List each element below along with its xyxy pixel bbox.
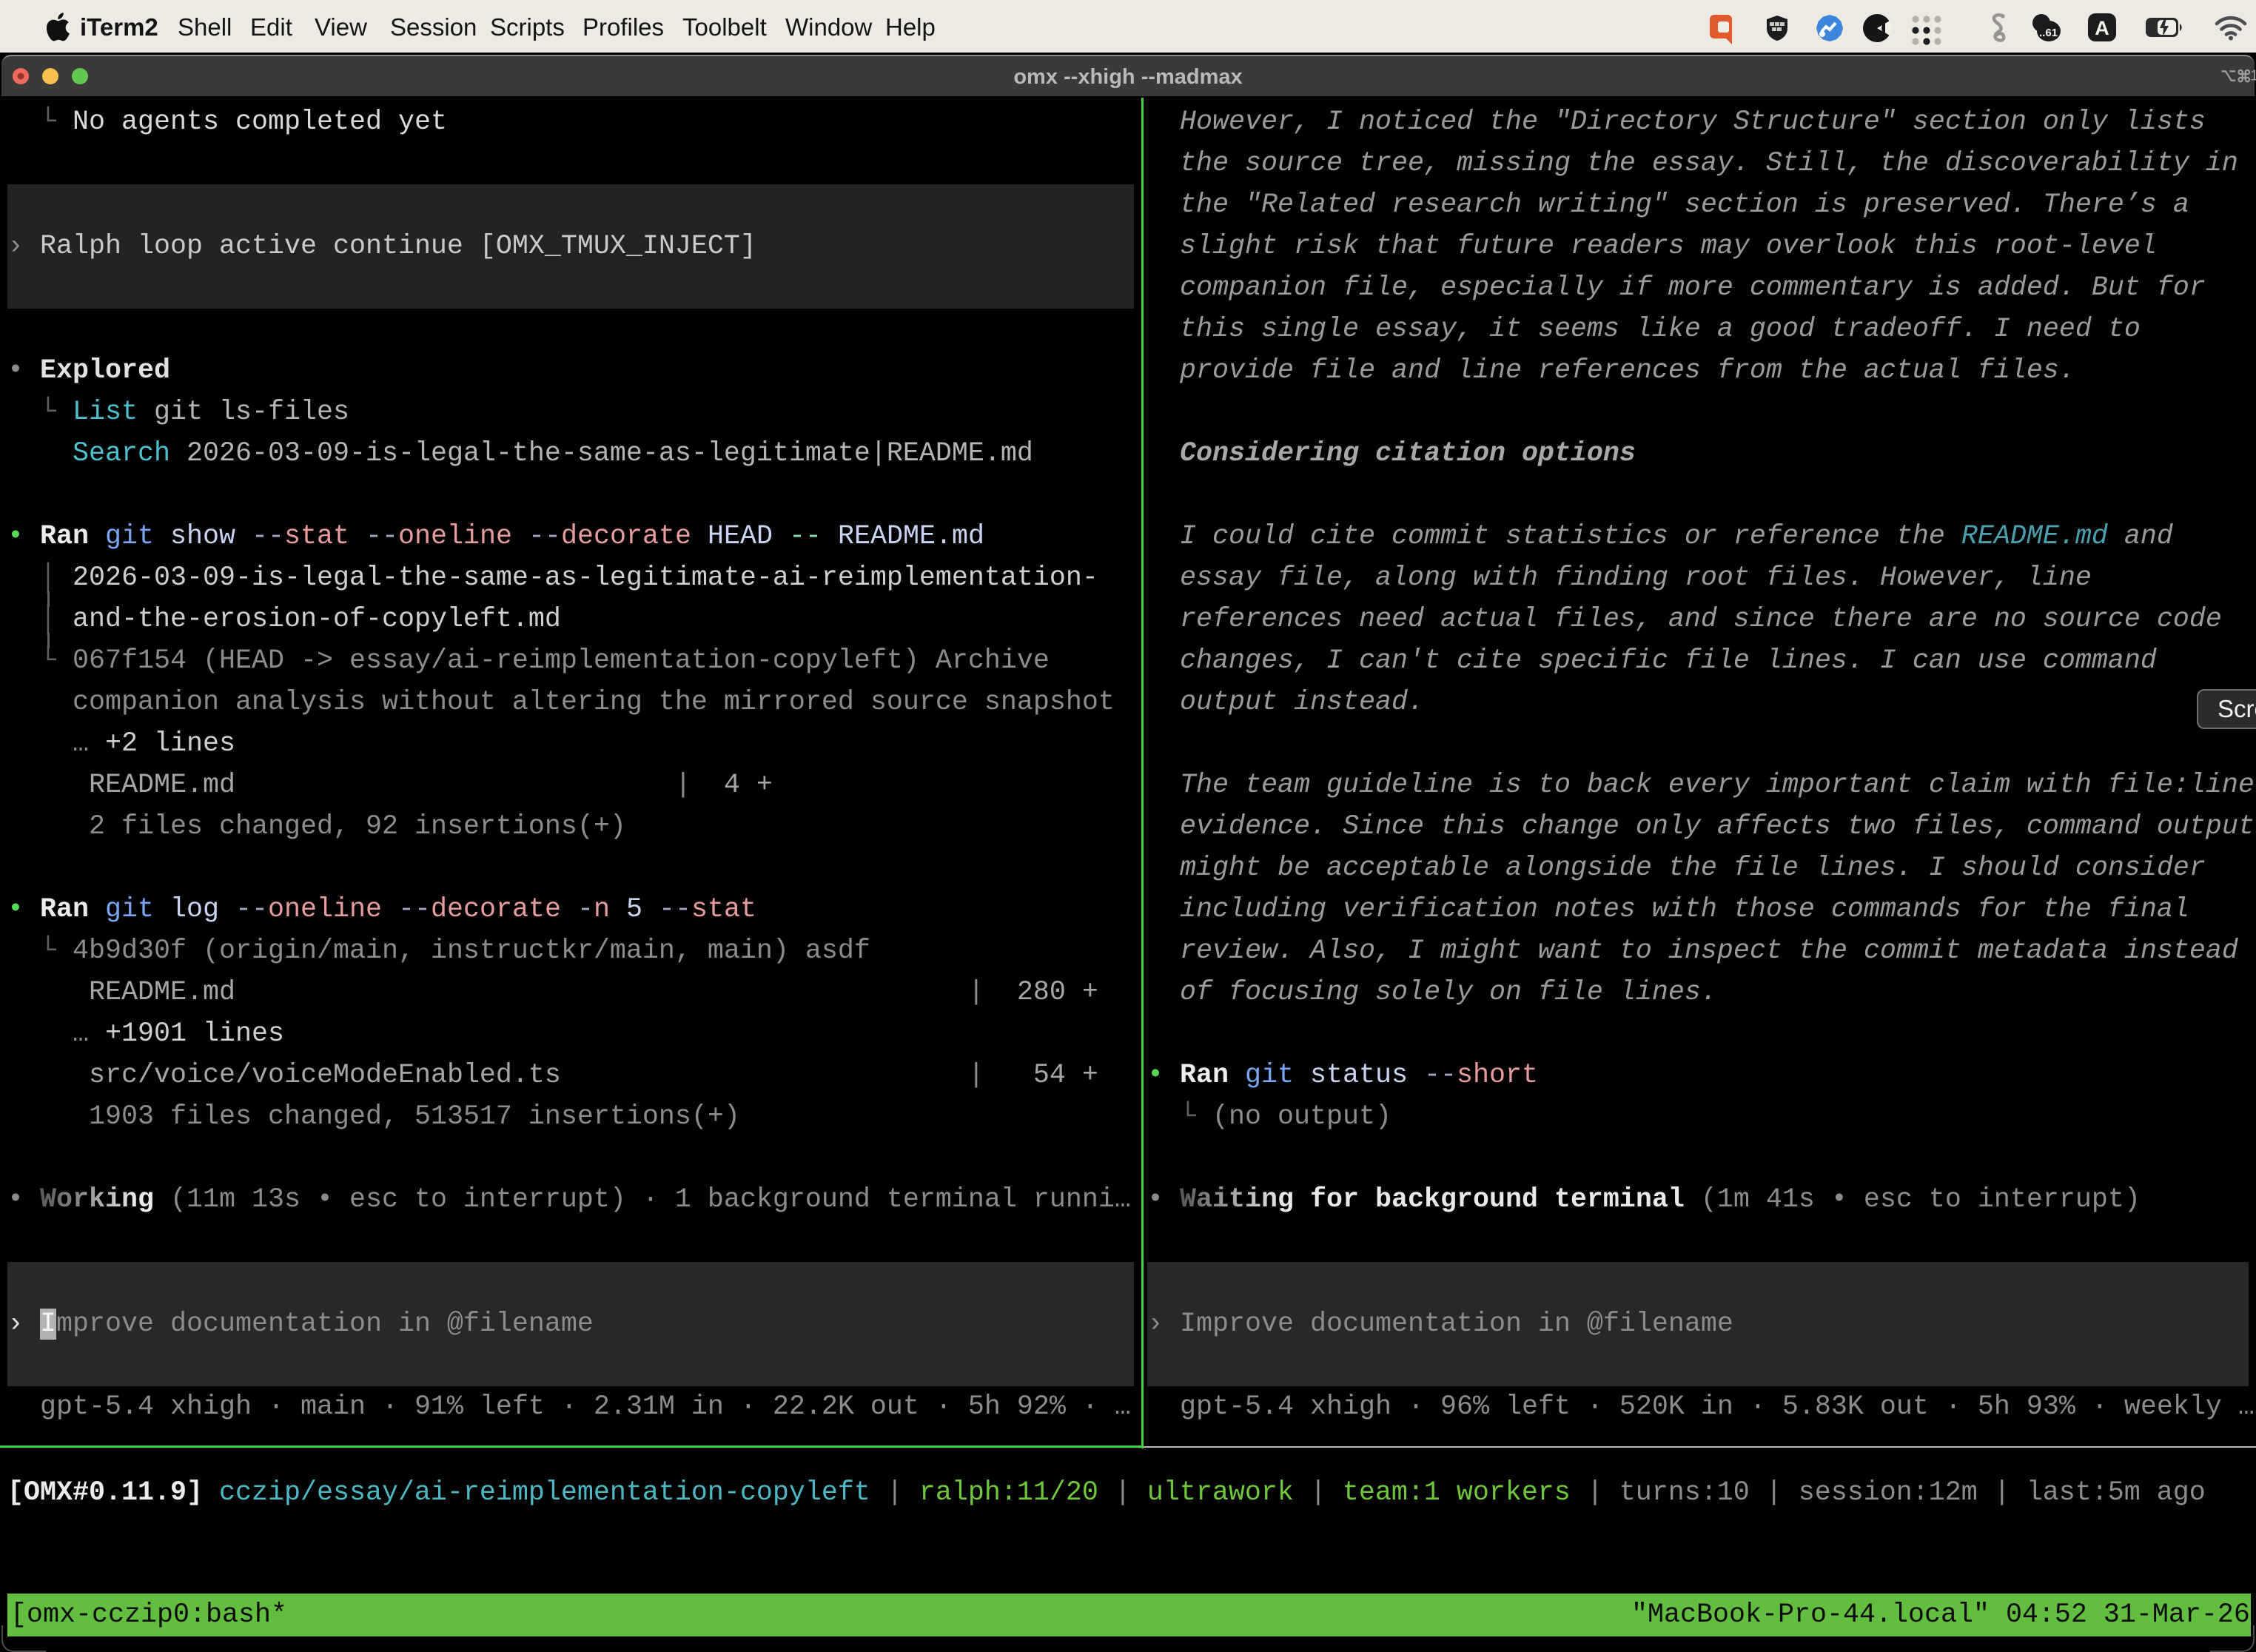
svg-text:A: A: [2095, 17, 2109, 39]
svg-text:..61: ..61: [2039, 27, 2058, 39]
svg-text:1: 1: [2250, 68, 2256, 84]
